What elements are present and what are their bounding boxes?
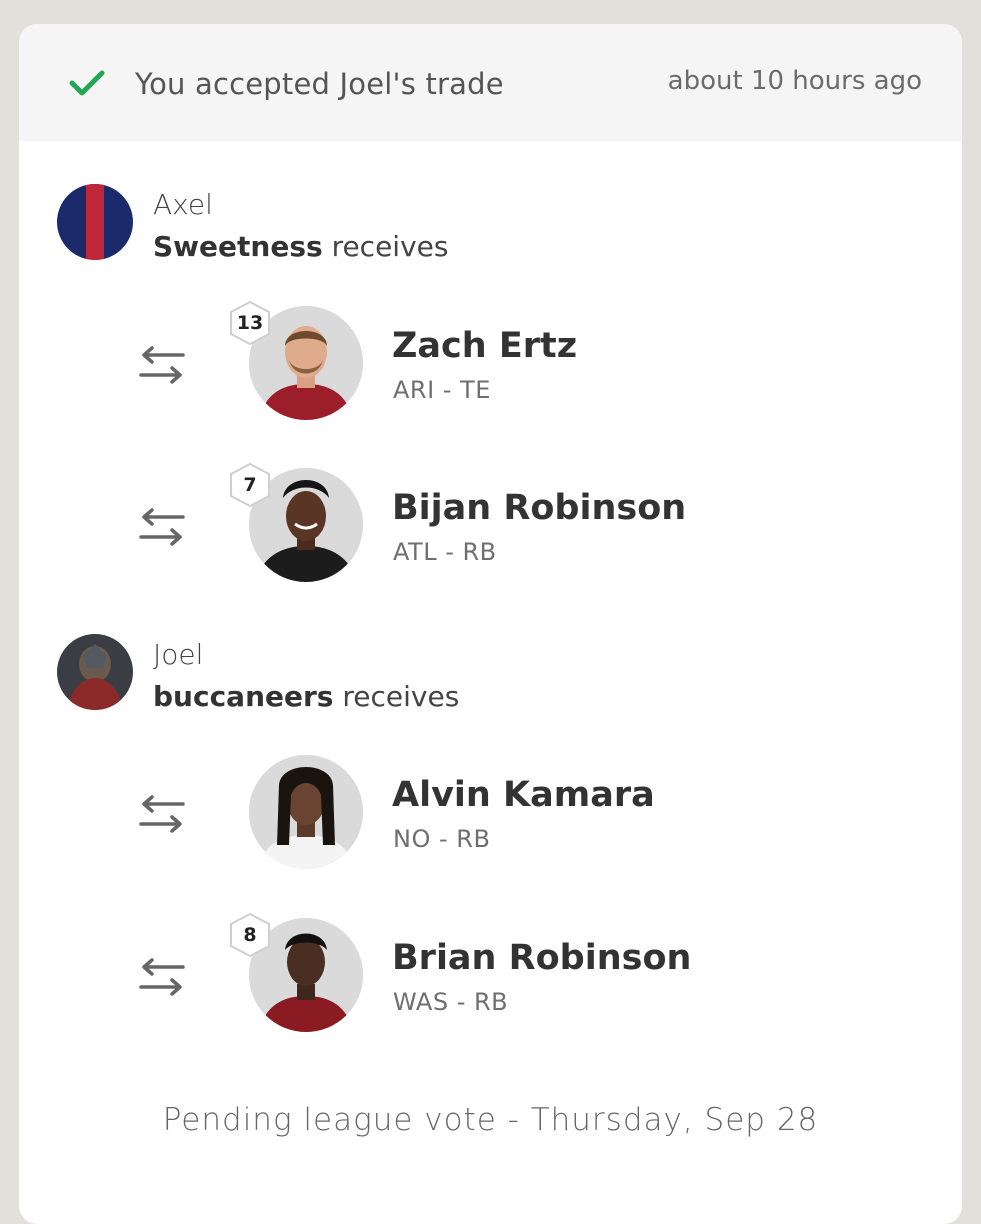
team-owner-name: Joel [153,638,204,671]
player-photo[interactable] [249,755,363,869]
player-name[interactable]: Alvin Kamara [392,775,655,815]
rank-number: 7 [243,474,257,496]
pending-vote-status: Pending league vote - Thursday, Sep 28 [162,1102,819,1138]
rank-badge: 7 [227,462,273,508]
player-team-position: WAS - RB [393,988,509,1016]
player-name[interactable]: Zach Ertz [392,326,577,366]
team-owner-name: Axel [153,188,213,221]
player-row[interactable]: Alvin Kamara NO - RB [19,755,962,875]
player-row[interactable]: 13 Zach Ertz ARI - TE [19,300,962,426]
player-team-position: NO - RB [393,825,491,853]
trade-title: You accepted Joel's trade [135,67,504,101]
rank-number: 13 [236,312,264,334]
warrior-avatar-icon[interactable] [57,634,133,710]
team-stripe-avatar-icon[interactable] [57,184,133,260]
team-receives-label: buccaneers receives [153,680,459,713]
rank-number: 8 [243,924,257,946]
swap-arrows-icon[interactable] [139,795,185,833]
rank-badge: 8 [227,912,273,958]
trade-card: You accepted Joel's trade about 10 hours… [19,24,962,1224]
player-row[interactable]: 7 Bijan Robinson ATL - RB [19,462,962,588]
swap-arrows-icon[interactable] [139,508,185,546]
swap-arrows-icon[interactable] [139,958,185,996]
team-name: buccaneers [153,680,334,713]
rank-badge: 13 [227,300,273,346]
trade-header: You accepted Joel's trade about 10 hours… [19,24,962,141]
team-name: Sweetness [153,230,323,263]
player-name[interactable]: Bijan Robinson [392,488,686,528]
swap-arrows-icon[interactable] [139,346,185,384]
trade-timestamp: about 10 hours ago [667,66,922,96]
player-team-position: ATL - RB [393,538,497,566]
team-receives-label: Sweetness receives [153,230,448,263]
receives-text: receives [342,680,460,713]
check-icon [69,70,105,96]
receives-text: receives [331,230,449,263]
player-row[interactable]: 8 Brian Robinson WAS - RB [19,912,962,1038]
player-team-position: ARI - TE [393,376,491,404]
player-name[interactable]: Brian Robinson [392,938,691,978]
